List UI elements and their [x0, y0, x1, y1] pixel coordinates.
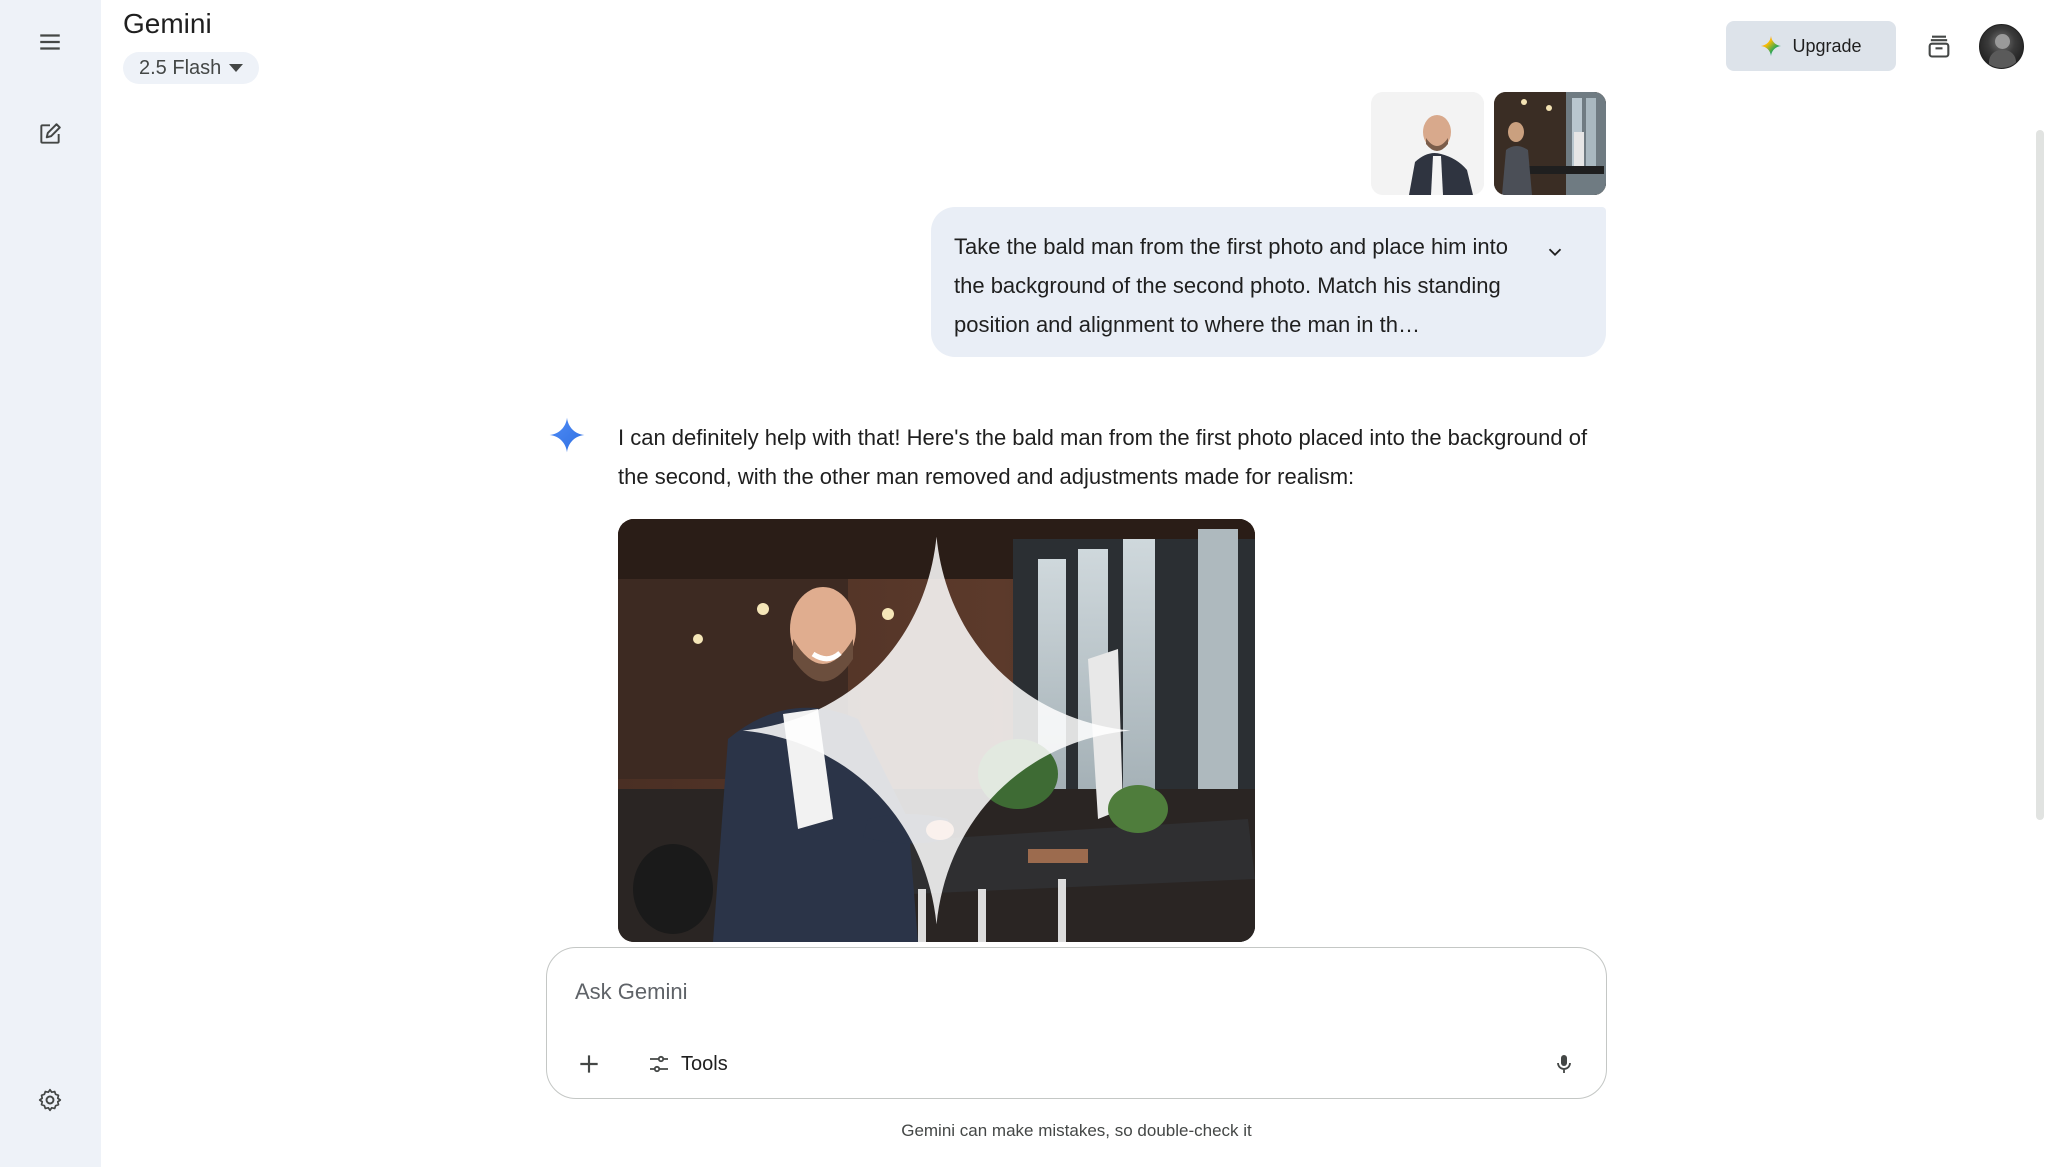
- tools-button[interactable]: Tools: [639, 1044, 736, 1084]
- gemini-watermark-icon: [742, 536, 1131, 925]
- history-button[interactable]: [1917, 24, 1961, 68]
- scrollbar[interactable]: [2036, 130, 2044, 820]
- account-avatar[interactable]: [1979, 24, 2024, 69]
- new-chat-button[interactable]: [26, 110, 74, 158]
- model-selector[interactable]: 2.5 Flash: [123, 52, 260, 84]
- generated-image[interactable]: [618, 519, 1255, 942]
- plus-icon: [580, 1055, 598, 1073]
- microphone-button[interactable]: [1544, 1044, 1584, 1084]
- office-photo-image: [1494, 92, 1606, 195]
- portrait-photo-image: [1371, 92, 1484, 195]
- avatar-body-shape: [1989, 50, 2016, 68]
- app-title: Gemini: [123, 8, 212, 39]
- menu-icon: [40, 34, 60, 50]
- upgrade-label: Upgrade: [1792, 35, 1862, 56]
- attachment-thumbnail-office[interactable]: [1494, 92, 1606, 195]
- attachment-thumbnail-portrait[interactable]: [1371, 92, 1484, 195]
- stack-icon: [1928, 35, 1950, 58]
- chevron-down-icon: [1548, 248, 1562, 257]
- model-selector-label: 2.5 Flash: [139, 56, 222, 79]
- tools-label: Tools: [681, 1052, 728, 1075]
- prompt-input[interactable]: [575, 974, 1475, 1010]
- prompt-input-box: Tools: [546, 947, 1607, 1099]
- caret-down-icon: [229, 64, 244, 72]
- expand-message-button[interactable]: [1540, 237, 1570, 267]
- main-menu-button[interactable]: [26, 18, 74, 66]
- tune-icon: [650, 1055, 668, 1073]
- edit-icon: [40, 123, 61, 144]
- gemini-sparkle-icon: [549, 417, 585, 453]
- response-text: I can definitely help with that! Here's …: [618, 425, 1588, 489]
- gear-icon: [38, 1088, 62, 1112]
- settings-button[interactable]: [26, 1076, 74, 1124]
- mic-icon: [1557, 1055, 1571, 1073]
- side-rail: [0, 0, 101, 1167]
- upgrade-button[interactable]: Upgrade: [1726, 21, 1896, 71]
- gemini-sparkle-icon: [1761, 35, 1782, 57]
- user-message-text: Take the bald man from the first photo a…: [954, 234, 1508, 337]
- user-message-bubble: Take the bald man from the first photo a…: [931, 207, 1606, 357]
- add-files-button[interactable]: [569, 1044, 609, 1084]
- avatar-head-shape: [1995, 34, 2010, 49]
- disclaimer-text: Gemini can make mistakes, so double-chec…: [901, 1121, 1252, 1140]
